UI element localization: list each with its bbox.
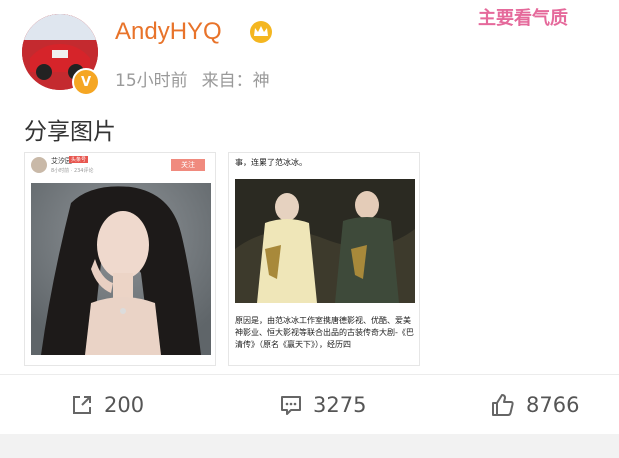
comment-icon [281,396,301,415]
drama-poster-photo [235,179,415,303]
post-image-2[interactable]: 事，连累了范冰冰。 原因是，由范冰冰工作室携唐德影视、优酷、爱美神影业、恒大影视… [228,152,420,366]
comment-count: 3275 [313,393,367,417]
thumbs-up-icon [492,394,514,416]
like-button[interactable]: 8766 [490,390,579,420]
portrait-photo [31,183,211,355]
divider [0,374,619,375]
card-time: 8小时前 · 234评论 [51,168,94,174]
card-text-top: 事，连累了范冰冰。 [235,158,307,167]
username[interactable]: AndyHYQ [115,18,222,46]
post-source: 来自：神 [201,71,270,91]
post-time: 15小时前 [115,71,188,91]
comment-button[interactable]: 3275 [279,390,366,420]
bottom-separator [0,434,619,458]
repost-button[interactable]: 200 [70,390,144,420]
card-badge: 头条号 [69,156,89,163]
card-avatar-icon [31,157,47,173]
verified-icon: V [72,68,100,96]
post-image-1[interactable]: 艾汐园 头条号 8小时前 · 234评论 关注 [24,152,216,366]
crown-icon [248,20,274,44]
repost-count: 200 [104,393,145,417]
card-text-body: 原因是，由范冰冰工作室携唐德影视、优酷、爱美神影业、恒大影视等联合出品的古装传奇… [235,316,414,349]
post-meta: 15小时前 来自：神 [115,66,270,91]
follow-button[interactable]: 关注 [171,159,205,171]
like-count: 8766 [526,393,580,417]
share-icon [73,396,91,414]
post-text: 分享图片 [24,119,116,145]
tag-label: 主要看气质 [478,8,568,29]
